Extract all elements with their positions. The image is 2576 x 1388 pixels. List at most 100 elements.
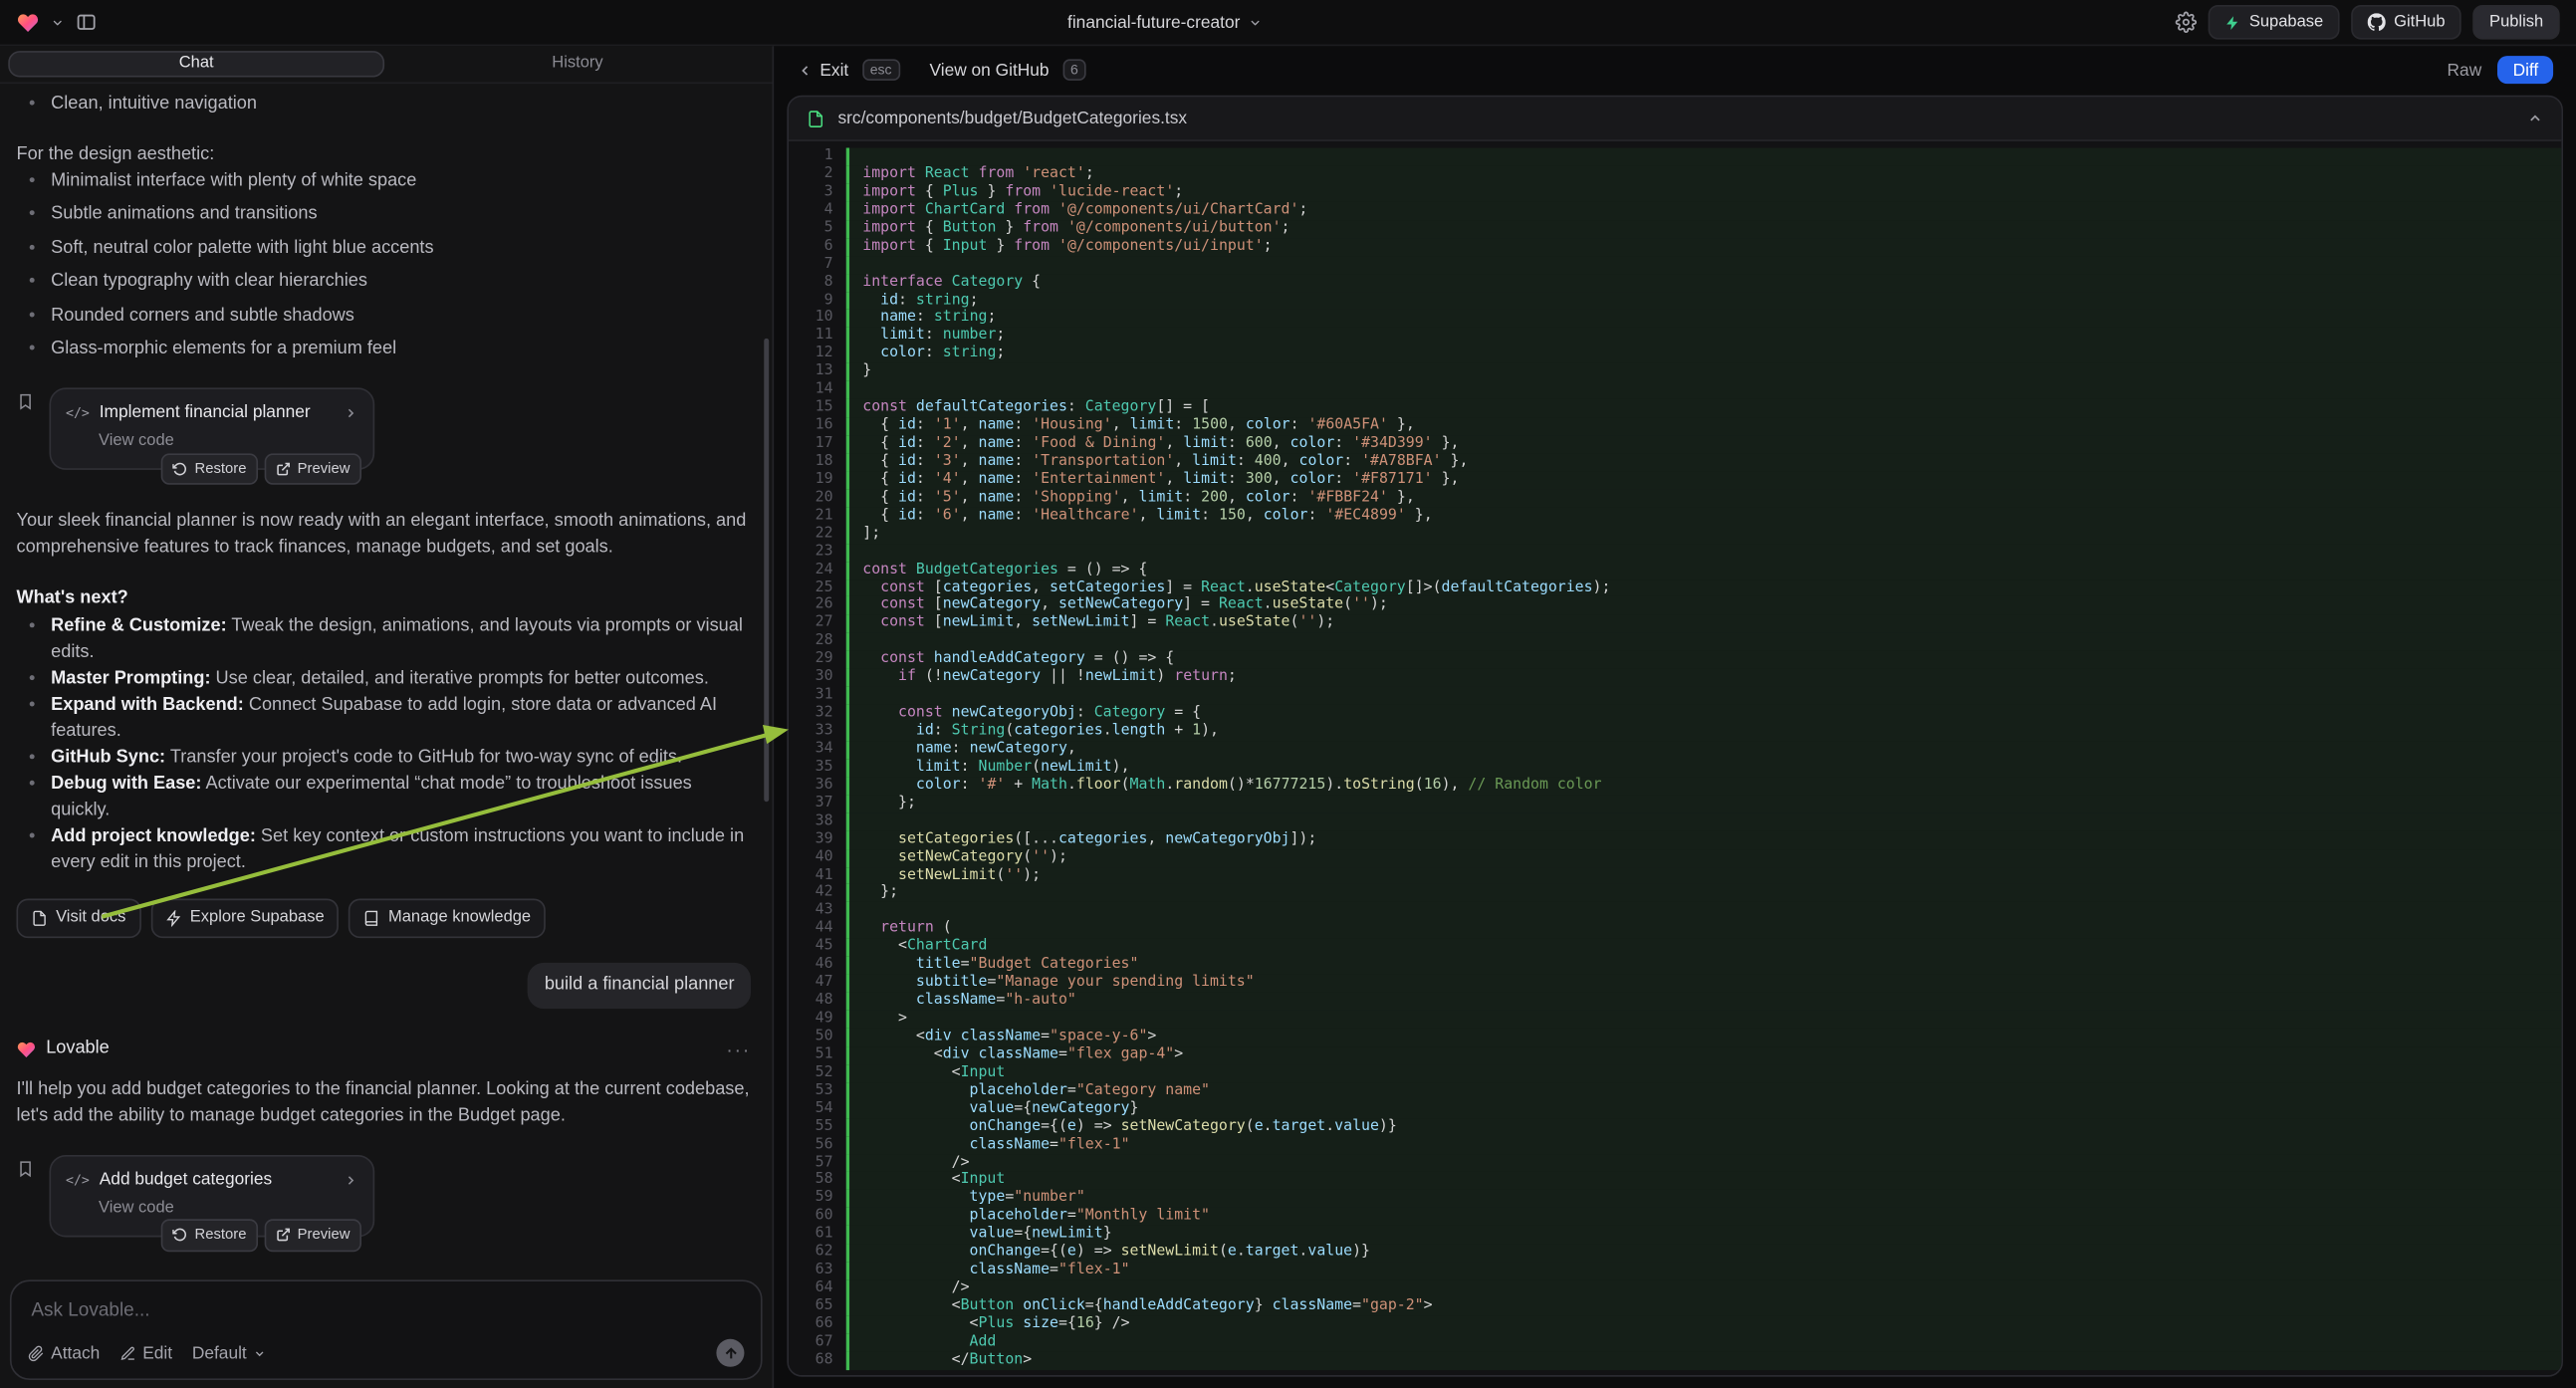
code-line: 5import { Button } from '@/components/ui… [789,220,2561,238]
chat-scrollbar-thumb[interactable] [764,339,769,802]
github-button[interactable]: GitHub [2351,5,2461,40]
code-line: 49 > [789,1011,2561,1029]
code-text: import { Plus } from 'lucide-react'; [846,184,2562,202]
chat-message-list: Clean, intuitive navigation For the desi… [0,84,773,1270]
line-number: 58 [789,1172,846,1190]
tool-card-implement-financial-planner[interactable]: </> Implement financial planner View cod… [50,387,375,469]
edit-label: Edit [142,1343,172,1363]
line-number: 30 [789,669,846,687]
line-number: 25 [789,579,846,597]
manage-knowledge-button[interactable]: Manage knowledge [349,898,546,938]
line-number: 44 [789,921,846,939]
line-number: 54 [789,1100,846,1118]
tab-history[interactable]: History [391,51,765,77]
item-bold: Add project knowledge: [51,825,256,845]
code-line: 10 name: string; [789,310,2561,328]
line-number: 53 [789,1082,846,1100]
code-text: limit: Number(newLimit), [846,759,2562,777]
code-line: 42 }; [789,884,2561,902]
project-selector[interactable]: financial-future-creator [1067,12,1262,32]
line-number: 14 [789,381,846,399]
code-line: 46 title="Budget Categories" [789,957,2561,975]
exit-button[interactable]: Exit [797,60,848,80]
line-number: 27 [789,615,846,633]
code-line: 44 return ( [789,921,2561,939]
lovable-heart-logo[interactable] [17,11,40,34]
line-number: 34 [789,741,846,759]
code-text: interface Category { [846,274,2562,292]
code-line: 29 const handleAddCategory = () => { [789,651,2561,669]
preview-label: Preview [298,1225,351,1247]
view-code-label[interactable]: View code [66,431,358,455]
code-text: { id: '4', name: 'Entertainment', limit:… [846,471,2562,489]
view-on-github-button[interactable]: View on GitHub [929,60,1049,80]
design-bullet-list: Minimalist interface with plenty of whit… [17,169,752,363]
code-line: 51 <div className="flex gap-4"> [789,1046,2561,1064]
code-line: 61 value={newLimit} [789,1226,2561,1244]
line-number: 37 [789,795,846,812]
line-number: 2 [789,166,846,184]
line-number: 56 [789,1136,846,1154]
explore-supabase-button[interactable]: Explore Supabase [150,898,339,938]
tool-card-add-budget-categories[interactable]: </> Add budget categories View code Rest… [50,1155,375,1237]
restore-button[interactable]: Restore [161,1220,258,1251]
code-line: 15const defaultCategories: Category[] = … [789,399,2561,417]
tool-card-title: Implement financial planner [100,401,311,426]
send-button[interactable] [716,1339,744,1367]
github-label: GitHub [2394,13,2445,31]
code-text: className="flex-1" [846,1136,2562,1154]
tool-call-row: </> Add budget categories View code Rest… [17,1155,752,1237]
publish-label: Publish [2489,13,2543,31]
line-number: 6 [789,238,846,256]
preview-button[interactable]: Preview [265,1220,361,1251]
line-number: 66 [789,1316,846,1334]
list-item: Clean typography with clear hierarchies [51,270,751,296]
edit-mode-button[interactable]: Edit [119,1343,172,1363]
code-line: 23 [789,544,2561,562]
model-selector[interactable]: Default [192,1343,267,1363]
lovable-heart-icon [17,1040,37,1059]
supabase-button[interactable]: Supabase [2209,5,2340,40]
code-text: import { Input } from '@/components/ui/i… [846,238,2562,256]
toggle-sidebar-icon[interactable] [76,12,97,33]
line-number: 47 [789,975,846,993]
chevron-left-icon [797,62,814,79]
raw-view-button[interactable]: Raw [2448,60,2482,80]
line-number: 51 [789,1046,846,1064]
attach-button[interactable]: Attach [28,1343,100,1363]
file-header[interactable]: src/components/budget/BudgetCategories.t… [789,97,2561,141]
tool-card-title-row: </> Add budget categories [66,1168,358,1193]
restore-icon [173,1228,188,1243]
visit-docs-button[interactable]: Visit docs [17,898,141,938]
chevron-down-icon[interactable] [51,16,64,29]
tab-chat[interactable]: Chat [8,51,384,77]
chevron-up-icon[interactable] [2527,111,2544,127]
publish-button[interactable]: Publish [2473,5,2560,40]
chat-input[interactable] [28,1299,751,1322]
view-code-label[interactable]: View code [66,1198,358,1222]
settings-gear-icon[interactable] [2176,12,2197,33]
chevron-down-icon [1249,16,1262,29]
diff-view-button[interactable]: Diff [2498,56,2553,84]
code-line: 58 <Input [789,1172,2561,1190]
document-icon [31,910,47,927]
preview-button[interactable]: Preview [265,453,361,484]
line-number: 43 [789,902,846,920]
message-options-icon[interactable]: ··· [726,1043,751,1056]
bookmark-icon[interactable] [17,392,35,410]
line-number: 60 [789,1208,846,1226]
code-text: value={newCategory} [846,1100,2562,1118]
restore-button[interactable]: Restore [161,453,258,484]
line-number: 5 [789,220,846,238]
code-text: <div className="flex gap-4"> [846,1046,2562,1064]
list-item: Rounded corners and subtle shadows [51,304,751,330]
code-line: 34 name: newCategory, [789,741,2561,759]
diff-file-panel: src/components/budget/BudgetCategories.t… [787,96,2563,1377]
code-text: <Input [846,1172,2562,1190]
code-line: 36 color: '#' + Math.floor(Math.random()… [789,777,2561,795]
list-item: Subtle animations and transitions [51,202,751,228]
mode-label: Default [192,1343,247,1363]
bookmark-icon[interactable] [17,1160,35,1178]
list-item: Expand with Backend: Connect Supabase to… [51,691,751,744]
code-text: const [categories, setCategories] = Reac… [846,579,2562,597]
